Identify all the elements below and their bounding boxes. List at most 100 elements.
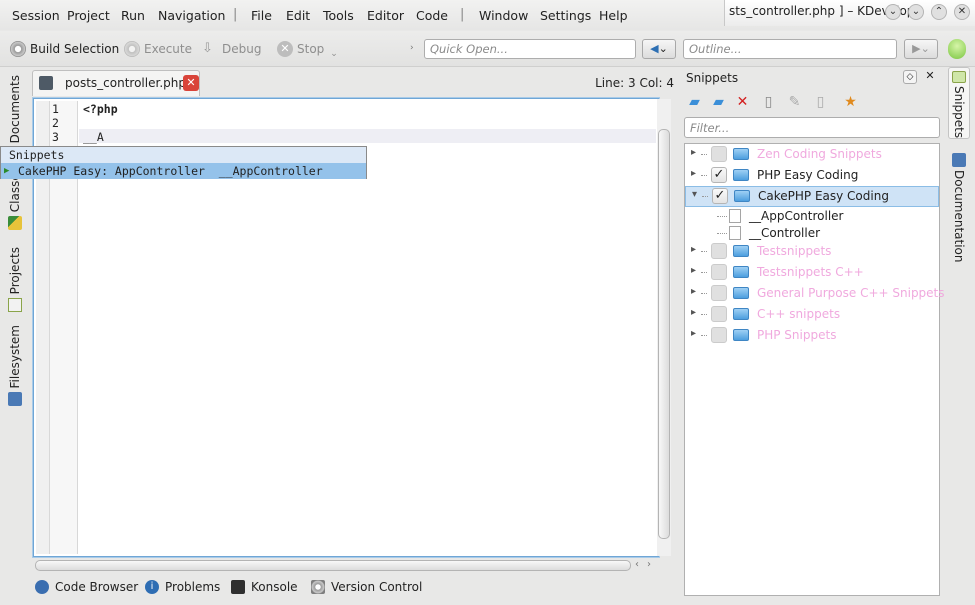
horizontal-scrollbar[interactable]: ‹ ›	[33, 559, 659, 572]
tab-filesystem[interactable]: Filesystem	[4, 325, 26, 407]
repository-checkbox[interactable]: ✓	[712, 188, 728, 204]
repository-label: General Purpose C++ Snippets	[757, 286, 945, 300]
snippets-panel-title: Snippets	[686, 71, 739, 85]
snippet-row[interactable]: __Controller	[685, 225, 939, 242]
tree-row-general-purpose-cpp[interactable]: ▸ General Purpose C++ Snippets	[685, 283, 945, 304]
menu-run[interactable]: Run	[121, 8, 145, 23]
line-number: 2	[52, 116, 59, 130]
editor-tab-posts-controller[interactable]: posts_controller.php ✕	[32, 70, 200, 96]
edit-repository-icon[interactable]: ▰	[710, 94, 727, 111]
close-tab-icon[interactable]: ✕	[183, 75, 199, 91]
tab-filesystem-label: Filesystem	[8, 325, 22, 389]
lightbulb-icon[interactable]	[948, 39, 966, 59]
tab-version-control[interactable]: Version Control	[311, 580, 422, 594]
expand-arrow-icon[interactable]: ▸	[691, 147, 696, 158]
tab-snippets[interactable]: Snippets	[948, 67, 970, 139]
expand-arrow-icon[interactable]: ▸	[691, 168, 696, 179]
outline-input[interactable]: Outline...	[683, 39, 897, 59]
tab-code-browser[interactable]: Code Browser	[35, 580, 138, 594]
snippet-file-icon	[729, 226, 741, 240]
repository-checkbox[interactable]: ✓	[711, 167, 727, 183]
tree-row-testsnippets[interactable]: ▸ Testsnippets	[685, 241, 939, 262]
window-shade-button[interactable]: ⌄	[885, 4, 901, 20]
tree-branch-line	[701, 154, 707, 155]
add-snippet-icon[interactable]: ▯	[760, 94, 777, 111]
scroll-left-icon[interactable]: ‹	[635, 559, 639, 570]
menu-project[interactable]: Project	[67, 8, 110, 23]
window-minimize-button[interactable]: ⌄	[908, 4, 924, 20]
snippet-row[interactable]: __AppController	[685, 208, 939, 225]
filesystem-icon	[8, 392, 22, 407]
tab-konsole[interactable]: Konsole	[231, 580, 298, 594]
expand-arrow-icon[interactable]: ▸	[691, 244, 696, 255]
folder-icon	[733, 329, 749, 341]
menu-window[interactable]: Window	[479, 8, 528, 23]
menu-settings[interactable]: Settings	[540, 8, 591, 23]
menu-tools[interactable]: Tools	[323, 8, 354, 23]
remove-repository-icon[interactable]: ✕	[734, 94, 751, 111]
repository-checkbox[interactable]	[711, 264, 727, 280]
tree-row-php-easy-coding[interactable]: ▸ ✓ PHP Easy Coding	[685, 165, 939, 186]
snippets-filter-input[interactable]: Filter...	[684, 117, 940, 138]
close-panel-icon[interactable]: ✕	[923, 70, 937, 84]
repository-checkbox[interactable]	[711, 243, 727, 259]
execute-button[interactable]: Execute	[124, 39, 192, 59]
tab-documentation[interactable]: Documentation	[948, 151, 970, 263]
menu-session[interactable]: Session	[12, 8, 60, 23]
window-maximize-button[interactable]: ⌃	[931, 4, 947, 20]
tree-row-php-snippets[interactable]: ▸ PHP Snippets	[685, 325, 939, 346]
menu-edit[interactable]: Edit	[286, 8, 310, 23]
quick-open-input[interactable]: Quick Open...	[424, 39, 636, 59]
stop-dropdown-icon[interactable]: ⌄	[330, 49, 338, 59]
edit-snippet-icon[interactable]: ✎	[786, 94, 803, 111]
expand-arrow-icon[interactable]: ▸	[691, 307, 696, 318]
navigate-forward-button[interactable]: ▶⌄	[904, 39, 938, 59]
tree-row-testsnippets-cpp[interactable]: ▸ Testsnippets C++	[685, 262, 939, 283]
scroll-right-icon[interactable]: ›	[647, 559, 651, 570]
terminal-icon	[231, 580, 245, 594]
menu-separator: |	[460, 7, 465, 22]
menu-help[interactable]: Help	[599, 8, 628, 23]
vertical-scroll-thumb[interactable]	[658, 129, 670, 539]
horizontal-scroll-thumb[interactable]	[35, 560, 631, 571]
menu-file[interactable]: File	[251, 8, 272, 23]
menu-navigation[interactable]: Navigation	[158, 8, 225, 23]
tab-code-browser-label: Code Browser	[55, 580, 139, 594]
float-panel-icon[interactable]: ◇	[903, 70, 917, 84]
debug-icon: ⇩	[202, 41, 213, 56]
expand-arrow-icon[interactable]: ▸	[691, 286, 696, 297]
repository-checkbox[interactable]	[711, 306, 727, 322]
code-line: __A	[83, 130, 104, 144]
snippet-label: __AppController	[749, 209, 844, 223]
get-new-snippets-icon[interactable]: ★	[842, 94, 859, 111]
remove-snippet-icon[interactable]: ▯	[812, 94, 829, 111]
expand-arrow-icon[interactable]: ▸	[691, 328, 696, 339]
stop-button[interactable]: ✕ Stop ⌄	[277, 39, 338, 59]
tree-row-cpp-snippets[interactable]: ▸ C++ snippets	[685, 304, 939, 325]
collapse-arrow-icon[interactable]: ▾	[692, 189, 697, 200]
tree-row-zen-coding[interactable]: ▸ Zen Coding Snippets	[685, 144, 939, 165]
vertical-scrollbar[interactable]	[657, 99, 671, 556]
info-icon: i	[145, 580, 159, 594]
completion-item[interactable]: ▶ CakePHP Easy: AppController __AppContr…	[1, 163, 366, 179]
add-repository-icon[interactable]: ▰	[686, 94, 703, 111]
navigate-back-button[interactable]: ◀⌄	[642, 39, 676, 59]
toolbar-overflow-icon[interactable]: ›	[410, 43, 414, 53]
menu-editor[interactable]: Editor	[367, 8, 404, 23]
build-selection-button[interactable]: Build Selection	[10, 39, 119, 59]
window-close-button[interactable]: ✕	[954, 4, 970, 20]
tree-row-cakephp-easy-coding[interactable]: ▾ ✓ CakePHP Easy Coding	[685, 186, 939, 207]
repository-checkbox[interactable]	[711, 285, 727, 301]
expand-arrow-icon[interactable]: ▸	[691, 265, 696, 276]
tab-documentation-label: Documentation	[952, 170, 966, 263]
completion-item-text: CakePHP Easy: AppController __AppControl…	[18, 164, 323, 178]
build-selection-label: Build Selection	[30, 42, 120, 56]
tree-branch-line	[701, 251, 707, 252]
tab-problems[interactable]: i Problems	[145, 580, 220, 594]
debug-button[interactable]: ⇩ Debug	[202, 39, 261, 59]
tab-projects[interactable]: Projects	[4, 247, 26, 313]
repository-checkbox[interactable]	[711, 146, 727, 162]
tree-branch-line	[701, 175, 707, 176]
repository-checkbox[interactable]	[711, 327, 727, 343]
menu-code[interactable]: Code	[416, 8, 448, 23]
